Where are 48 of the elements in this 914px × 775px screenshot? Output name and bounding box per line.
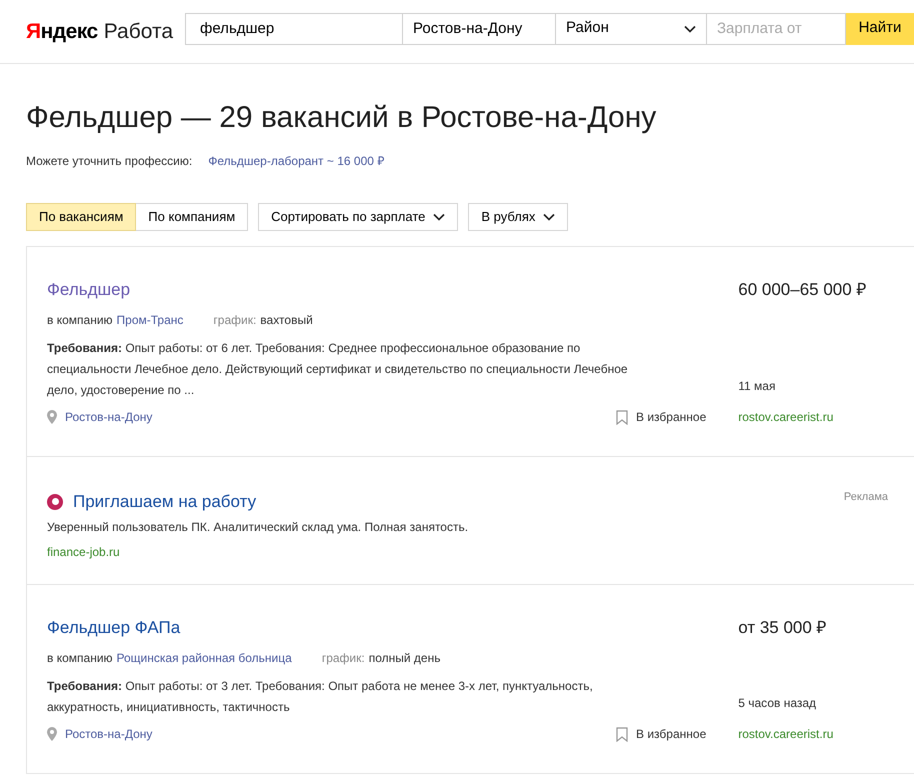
- caret-icon: [543, 213, 556, 221]
- filter-tab[interactable]: По компаниям: [136, 203, 248, 231]
- city-field[interactable]: Ростов-на-Дону: [403, 12, 556, 44]
- caret-icon: [684, 24, 696, 32]
- vacancy-title-link[interactable]: Фельдшер ФАПа: [47, 617, 706, 639]
- schedule-value: полный день: [368, 650, 440, 667]
- logo-brand[interactable]: Яндекс: [26, 16, 98, 48]
- advertiser-logo-icon: [47, 494, 63, 510]
- search-button[interactable]: Найти: [846, 12, 914, 44]
- salary-text: от 35 000 ₽: [738, 617, 828, 639]
- search-field[interactable]: фельдшер: [185, 12, 403, 44]
- ad-domain-link[interactable]: finance-job.ru: [47, 542, 888, 560]
- requirements-text: Требования: Опыт работы: от 6 лет. Требования: Среднее профессиональное образование по специальности Лечебное дело. Действующий сертификат и свидетельство по специальности Лечебное дело, удостоверение по ...: [47, 340, 629, 399]
- schedule-value: вахтовый: [260, 312, 313, 329]
- location-link[interactable]: Ростов-на-Дону: [65, 725, 152, 743]
- requirements-text: Требования: Опыт работы: от 3 лет. Требования: Опыт работа не менее 3-х лет, пунктуальность, аккуратность, инициативность, тактичность: [47, 678, 594, 716]
- source-link[interactable]: rostov.careerist.ru: [738, 408, 876, 426]
- filter-tab[interactable]: По вакансиям: [26, 203, 136, 231]
- schedule-label: график:: [213, 312, 256, 329]
- company-label: в компанию: [47, 312, 113, 329]
- location-pin-icon: [47, 410, 57, 424]
- salary-text: 60 000–65 000 ₽: [738, 279, 868, 301]
- favorite-button[interactable]: В избранное: [616, 408, 706, 426]
- ad-label: Реклама: [844, 490, 888, 505]
- district-dropdown[interactable]: Район: [556, 12, 707, 44]
- ad-text: Уверенный пользователь ПК. Аналитический склад ума. Полная занятость.: [47, 518, 470, 536]
- bookmark-icon: [616, 410, 628, 424]
- posted-date: 5 часов назад: [738, 695, 818, 712]
- caret-icon: [433, 213, 446, 221]
- page-heading: Фельдшер — 29 вакансий в Ростове-на-Дону: [26, 100, 658, 136]
- company-label: в компанию: [47, 650, 113, 667]
- refine-label: Можете уточнить профессию:: [26, 153, 192, 170]
- sort-dropdown[interactable]: В рублях: [468, 203, 568, 231]
- favorite-button[interactable]: В избранное: [616, 725, 706, 743]
- location-pin-icon: [47, 727, 57, 741]
- posted-date: 11 мая: [738, 378, 776, 395]
- ad-title-link[interactable]: Приглашаем на работу: [73, 489, 256, 514]
- source-link[interactable]: rostov.careerist.ru: [738, 725, 876, 743]
- salary-field[interactable]: Зарплата от: [707, 12, 846, 44]
- logo-product[interactable]: Работа: [104, 16, 173, 48]
- bookmark-icon: [616, 726, 628, 742]
- vacancy-title-link[interactable]: Фельдшер: [47, 279, 706, 301]
- company-link[interactable]: Пром-Транс: [116, 311, 184, 329]
- schedule-label: график:: [322, 650, 365, 667]
- location-link[interactable]: Ростов-на-Дону: [65, 408, 152, 426]
- company-link[interactable]: Рощинская районная больница: [116, 649, 292, 667]
- sort-dropdown[interactable]: Сортировать по зарплате: [258, 203, 458, 231]
- profession-link[interactable]: Фельдшер-лаборант ~ 16 000 ₽: [208, 152, 384, 170]
